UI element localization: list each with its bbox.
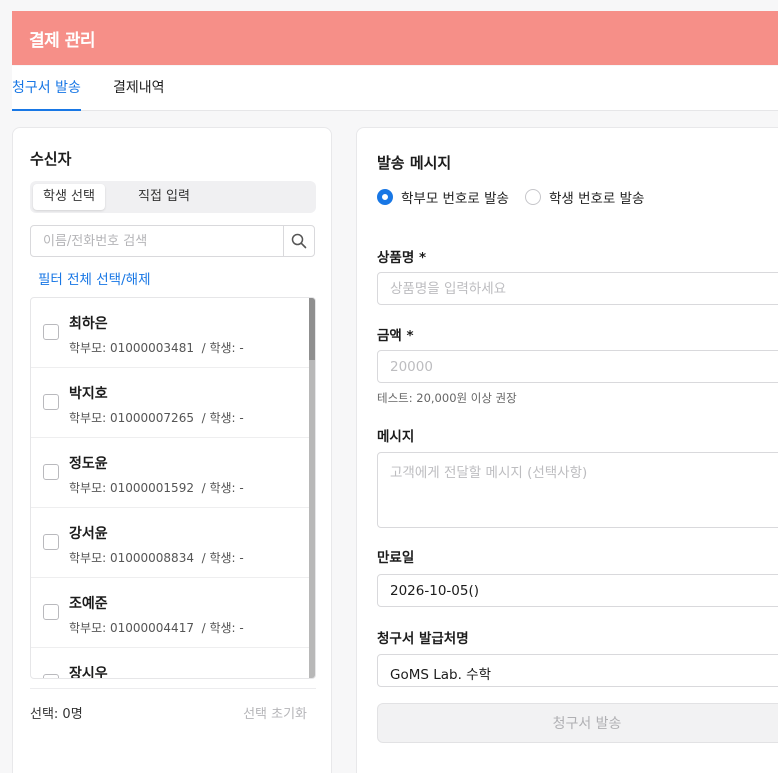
radio-parent-number[interactable]: [377, 189, 393, 205]
memo-textarea[interactable]: [378, 453, 778, 527]
reset-selection-button[interactable]: 선택 초기화: [243, 703, 307, 722]
recipient-detail: 학부모: 01000008834 / 학생: -: [69, 551, 244, 565]
app-header: 결제 관리: [12, 11, 778, 65]
amount-hint: 테스트: 20,000원 이상 권장: [377, 391, 517, 405]
list-item[interactable]: 조예준 학부모: 01000004417 / 학생: -: [31, 578, 311, 648]
list-item[interactable]: 최하은 학부모: 01000003481 / 학생: -: [31, 298, 311, 368]
product-input[interactable]: [378, 273, 778, 304]
checkbox[interactable]: [43, 464, 59, 480]
issuer-value: GoMS Lab. 수학: [390, 667, 492, 683]
divider: [30, 688, 316, 689]
recipient-list: 최하은 학부모: 01000003481 / 학생: - 박지호 학부모: 01…: [30, 297, 316, 679]
radio-student-label[interactable]: 학생 번호로 발송: [549, 187, 645, 207]
product-label: 상품명 *: [377, 250, 427, 266]
recipient-name: 박지호: [69, 386, 108, 402]
recipient-search: [30, 225, 315, 257]
recipient-name: 정도윤: [69, 456, 108, 472]
list-item[interactable]: 장시우: [31, 648, 311, 679]
filter-select-all-link[interactable]: 필터 전체 선택/해제: [38, 268, 151, 288]
memo-field: [377, 452, 778, 528]
checkbox[interactable]: [43, 534, 59, 550]
list-item[interactable]: 강서윤 학부모: 01000008834 / 학생: -: [31, 508, 311, 578]
checkbox[interactable]: [43, 604, 59, 620]
message-panel: 발송 메시지 학부모 번호로 발송 학생 번호로 발송 상품명 * 금액 * 테…: [356, 127, 778, 773]
radio-student-number[interactable]: [524, 189, 541, 205]
message-title: 발송 메시지: [377, 154, 452, 172]
scrollbar-thumb-active[interactable]: [309, 298, 315, 360]
expiry-date-value: 2026-10-05(): [390, 583, 479, 599]
scrollbar[interactable]: [309, 298, 315, 678]
list-item[interactable]: 정도윤 학부모: 01000001592 / 학생: -: [31, 438, 311, 508]
amount-input[interactable]: [378, 351, 778, 382]
recipient-detail: 학부모: 01000001592 / 학생: -: [69, 481, 244, 495]
selected-count: 선택: 0명: [30, 707, 83, 722]
recipient-name: 장시우: [69, 666, 108, 679]
amount-field: [377, 350, 778, 383]
checkbox[interactable]: [43, 394, 59, 410]
search-button[interactable]: [283, 226, 314, 256]
send-invoice-label: 청구서 발송: [552, 716, 622, 732]
recipient-name: 강서윤: [69, 526, 108, 542]
recipient-mode-toggle: 학생 선택 직접 입력: [30, 181, 316, 213]
recipients-title: 수신자: [30, 150, 72, 168]
search-icon: [291, 233, 307, 249]
issuer-label: 청구서 발급처명: [377, 631, 469, 647]
checkbox[interactable]: [43, 674, 59, 678]
tab-payment-history[interactable]: 결제내역: [113, 66, 165, 111]
expiry-date-field[interactable]: 2026-10-05(): [377, 574, 778, 607]
mode-direct-input[interactable]: 직접 입력: [128, 184, 200, 210]
list-item[interactable]: 박지호 학부모: 01000007265 / 학생: -: [31, 368, 311, 438]
recipient-name: 조예준: [69, 596, 108, 612]
send-target-radio-group: 학부모 번호로 발송 학생 번호로 발송: [377, 187, 660, 207]
product-field: [377, 272, 778, 305]
mode-select-student[interactable]: 학생 선택: [33, 184, 105, 210]
amount-label: 금액 *: [377, 328, 414, 344]
expiry-label: 만료일: [377, 550, 415, 566]
checkbox[interactable]: [43, 324, 59, 340]
recipient-detail: 학부모: 01000004417 / 학생: -: [69, 621, 244, 635]
radio-parent-label[interactable]: 학부모 번호로 발송: [401, 187, 509, 207]
recipients-panel: 수신자 학생 선택 직접 입력 필터 전체 선택/해제 최하은 학부모: 010…: [12, 127, 332, 773]
tab-send-invoice[interactable]: 청구서 발송: [12, 66, 81, 111]
search-input[interactable]: [31, 226, 283, 256]
recipient-detail: 학부모: 01000007265 / 학생: -: [69, 411, 244, 425]
memo-label: 메시지: [377, 429, 415, 445]
recipient-name: 최하은: [69, 316, 108, 332]
page-title: 결제 관리: [29, 30, 95, 51]
recipient-detail: 학부모: 01000003481 / 학생: -: [69, 341, 244, 355]
tab-bar: 청구서 발송 결제내역: [12, 66, 778, 111]
send-invoice-button[interactable]: 청구서 발송: [377, 703, 778, 743]
issuer-field[interactable]: GoMS Lab. 수학: [377, 654, 778, 687]
